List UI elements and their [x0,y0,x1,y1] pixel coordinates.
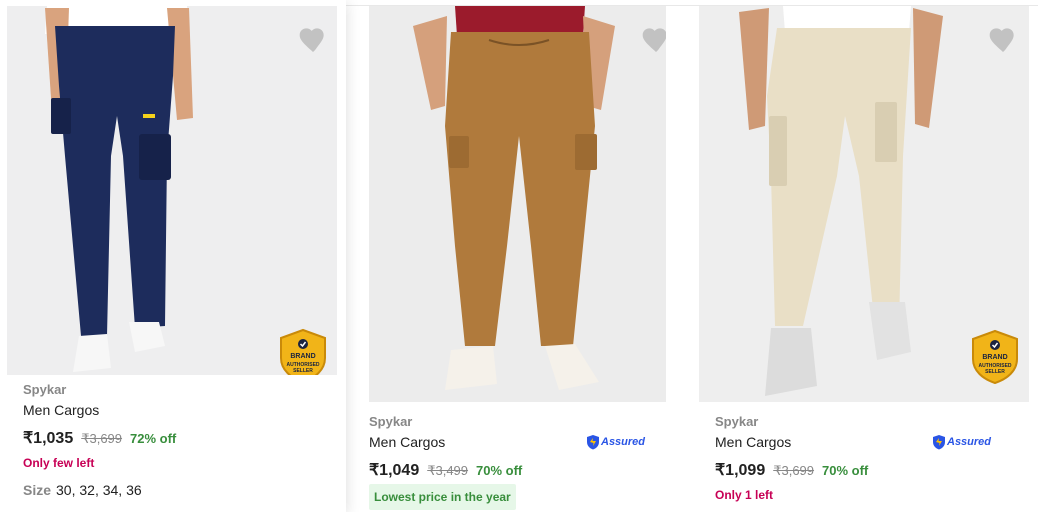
product-image-2[interactable] [369,6,666,402]
product-image-3[interactable]: BRAND AUTHORISED SELLER [699,6,1029,402]
stock-note: Only few left [23,456,95,470]
product-title[interactable]: Men Cargos [23,402,99,418]
brand-authorised-badge-icon: BRAND AUTHORISED SELLER [972,329,1018,385]
size-row: Size 30, 32, 34, 36 [23,482,142,498]
discount-percent: 72% off [130,431,177,446]
product-card-3[interactable]: BRAND AUTHORISED SELLER Spykar Men Cargo… [692,0,1038,512]
original-price: ₹3,499 [427,463,469,478]
assured-shield-icon [933,435,945,450]
product-brand: Spykar [23,382,67,397]
lowest-price-tag: Lowest price in the year [369,484,516,510]
product-title[interactable]: Men Cargos [715,434,791,450]
selling-price: ₹1,099 [715,462,766,479]
product-image-1[interactable]: BRAND AUTHORISED SELLER [7,6,337,375]
assured-shield-icon [587,435,599,450]
product-brand: Spykar [715,414,759,429]
assured-badge: Assured [586,434,645,450]
badge-line3: SELLER [985,369,1005,375]
badge-line3: SELLER [293,368,313,374]
product-card-1[interactable]: BRAND AUTHORISED SELLER Spykar Men Cargo… [0,0,346,512]
heart-icon[interactable] [297,24,329,56]
selling-price: ₹1,035 [23,430,74,447]
price-row: ₹1,049 ₹3,499 70% off [369,460,522,480]
selling-price: ₹1,049 [369,462,420,479]
size-label: Size [23,482,52,498]
assured-label: Assured [601,436,646,448]
assured-label: Assured [947,436,992,448]
product-brand: Spykar [369,414,413,429]
cargo-pocket-left [51,98,71,134]
price-row: ₹1,099 ₹3,699 70% off [715,460,868,480]
product-card-2[interactable]: Spykar Men Cargos Assured ₹1,049 ₹3,499 … [346,0,692,512]
brand-authorised-badge-icon: BRAND AUTHORISED SELLER [280,328,326,375]
size-values: 30, 32, 34, 36 [56,482,142,498]
cargo-pocket-right [139,134,171,180]
original-price: ₹3,699 [81,431,123,446]
discount-percent: 70% off [476,463,523,478]
discount-percent: 70% off [822,463,869,478]
heart-icon[interactable] [640,24,666,56]
product-photo [369,6,666,402]
product-title[interactable]: Men Cargos [369,434,445,450]
assured-badge: Assured [932,434,991,450]
original-price: ₹3,699 [773,463,815,478]
badge-line1: BRAND [290,353,315,360]
price-row: ₹1,035 ₹3,699 72% off [23,428,176,448]
product-photo [7,6,337,375]
heart-icon[interactable] [987,24,1019,56]
stock-note: Only 1 left [715,488,774,502]
badge-line1: BRAND [982,354,1007,361]
shirt-shape [455,6,585,36]
